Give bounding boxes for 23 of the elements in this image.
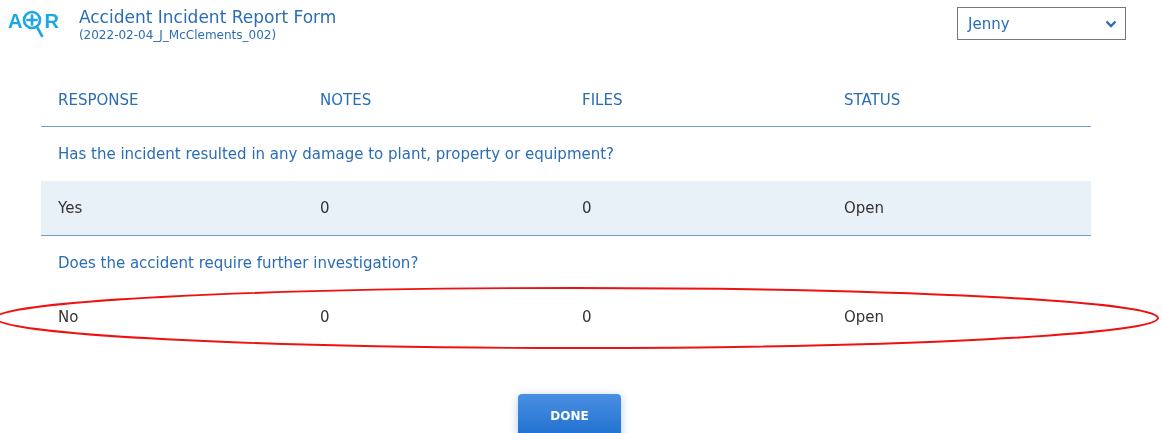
- form-subtitle: (2022-02-04_J_McClements_002): [78, 28, 278, 43]
- table-cell-text: Open: [844, 199, 886, 217]
- table-cell-text: 0: [320, 308, 331, 326]
- column-header: FILES: [582, 91, 624, 109]
- done-button[interactable]: DONE: [518, 394, 621, 433]
- user-select[interactable]: Jenny: [957, 7, 1126, 40]
- form-title: Accident Incident Report Form: [78, 6, 337, 28]
- table-cell-text: 0: [320, 199, 331, 217]
- question-text: Has the incident resulted in any damage to plant, property or equipment?: [58, 145, 615, 163]
- table-cell-text: 0: [582, 308, 593, 326]
- column-header: RESPONSE: [58, 91, 140, 109]
- logo-letter: R: [44, 9, 59, 33]
- chevron-down-icon: [1105, 19, 1117, 28]
- table-cell-text: 0: [582, 199, 593, 217]
- column-header: STATUS: [844, 91, 902, 109]
- table-cell-text: Yes: [58, 199, 84, 217]
- column-header: NOTES: [320, 91, 373, 109]
- question-text: Does the accident require further investigation?: [58, 254, 419, 272]
- magnifier-plus-icon: [22, 9, 45, 39]
- logo-letter: A: [8, 9, 23, 33]
- table-cell-text: Open: [844, 308, 886, 326]
- answer-row[interactable]: Yes 0 0 Open: [41, 181, 1091, 236]
- table-cell-text: No: [58, 308, 80, 326]
